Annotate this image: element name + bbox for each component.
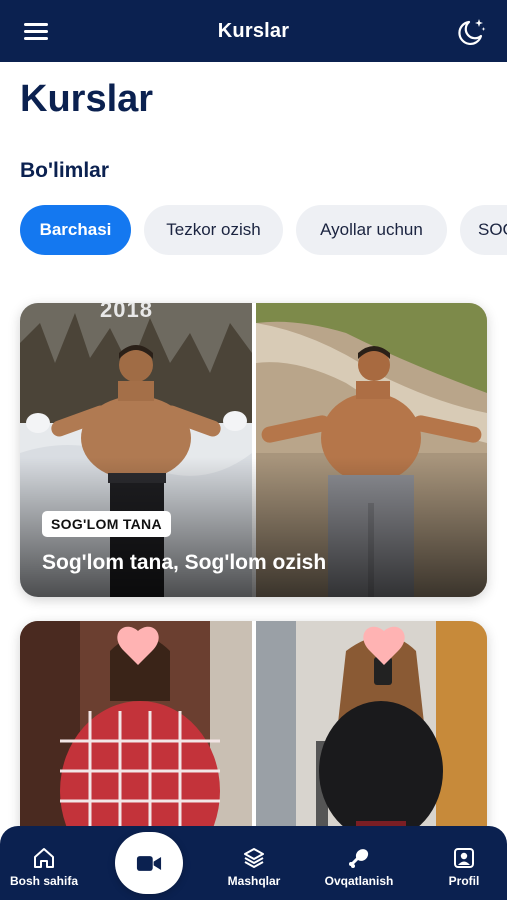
hamburger-menu-icon[interactable]: [22, 20, 52, 44]
after-photo: [256, 621, 487, 861]
layers-icon: [244, 848, 264, 868]
nav-workouts[interactable]: Mashqlar: [216, 826, 292, 900]
video-camera-icon: [136, 855, 162, 871]
nav-nutrition[interactable]: Ovqatlanish: [316, 826, 402, 900]
app-header: Kurslar: [0, 0, 507, 62]
chip-ayollar-uchun[interactable]: Ayollar uchun: [296, 205, 447, 255]
nav-workouts-label: Mashqlar: [227, 874, 281, 888]
nav-nutrition-label: Ovqatlanish: [324, 874, 394, 888]
nav-profile[interactable]: Profil: [428, 826, 500, 900]
moon-stars-icon[interactable]: [455, 16, 487, 48]
nav-home-label: Bosh sahifa: [9, 874, 78, 888]
bottom-navigation: Bosh sahifa Mashqlar Ovqatlanish Profil: [0, 826, 507, 900]
section-title: Bo'limlar: [20, 159, 110, 182]
category-chips: Barchasi Tezkor ozish Ayollar uchun SOG'…: [0, 205, 507, 255]
before-photo: [20, 621, 252, 861]
video-button[interactable]: [115, 832, 183, 894]
chip-barchasi[interactable]: Barchasi: [20, 205, 131, 255]
photo-divider: [252, 621, 256, 861]
course-title: Sog'lom tana, Sog'lom ozish: [42, 551, 327, 574]
page-title: Kurslar: [20, 78, 154, 120]
course-badge: SOG'LOM TANA: [42, 511, 171, 537]
nav-home[interactable]: Bosh sahifa: [6, 826, 82, 900]
drumstick-icon: [349, 849, 369, 868]
course-card[interactable]: 2018 SOG'LOM TANA Sog'lom tana, Sog'lom …: [20, 303, 487, 597]
chip-sog-lom-tana[interactable]: SOG'LOM TANA: [460, 205, 507, 255]
profile-icon: [454, 848, 474, 868]
nav-profile-label: Profil: [448, 874, 480, 888]
chip-tezkor-ozish[interactable]: Tezkor ozish: [144, 205, 283, 255]
course-card[interactable]: [20, 621, 487, 861]
home-icon: [34, 848, 54, 868]
image-caption: 2018: [100, 303, 153, 322]
header-title: Kurslar: [217, 19, 290, 42]
